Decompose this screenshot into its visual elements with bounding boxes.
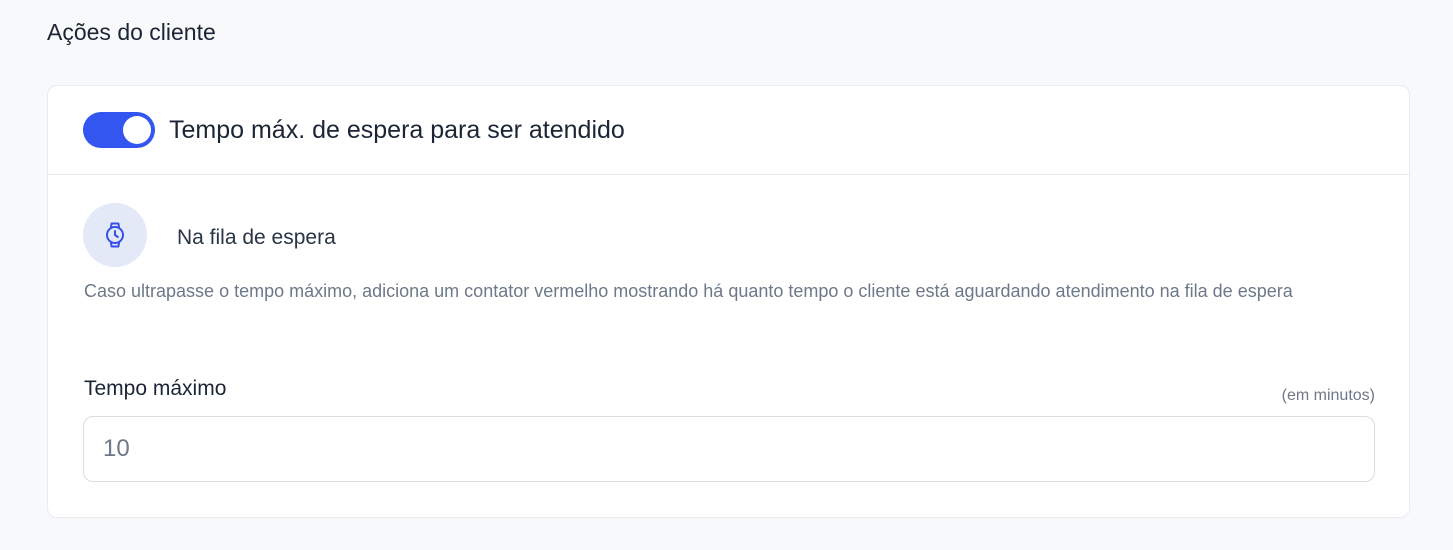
queue-label: Na fila de espera bbox=[177, 226, 336, 249]
max-wait-toggle-label: Tempo máx. de espera para ser atendido bbox=[169, 116, 625, 144]
section-title: Ações do cliente bbox=[47, 19, 216, 45]
stopwatch-icon bbox=[83, 203, 147, 267]
max-wait-toggle[interactable] bbox=[83, 112, 155, 148]
settings-card: Tempo máx. de espera para ser atendido N… bbox=[47, 85, 1410, 518]
toggle-knob bbox=[123, 116, 151, 144]
description-text: Caso ultrapasse o tempo máximo, adiciona… bbox=[84, 281, 1293, 301]
max-time-label: Tempo máximo bbox=[84, 377, 227, 400]
card-header: Tempo máx. de espera para ser atendido bbox=[48, 86, 1409, 175]
unit-hint: (em minutos) bbox=[1281, 387, 1375, 404]
max-time-input[interactable] bbox=[83, 416, 1375, 482]
